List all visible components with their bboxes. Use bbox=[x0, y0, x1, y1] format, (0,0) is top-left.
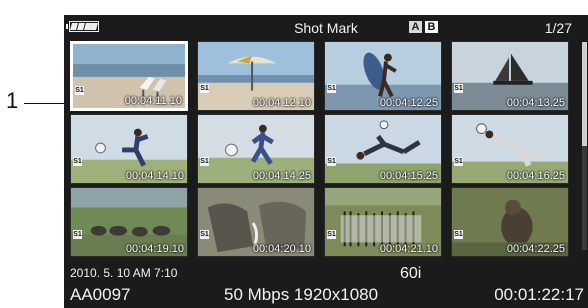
thumbnail-8[interactable]: S1 00:04:16.25 bbox=[451, 114, 569, 184]
shot-mark-icon: S1 bbox=[73, 157, 82, 166]
callout-number: 1 bbox=[6, 88, 19, 113]
thumbnail-timecode: 00:04:11.10 bbox=[124, 95, 182, 107]
shot-mark-icon: S1 bbox=[454, 157, 463, 166]
thumbnail-5[interactable]: S1 00:04:14.10 bbox=[70, 114, 188, 184]
thumbnail-11[interactable]: S1 00:04:21.10 bbox=[324, 187, 442, 257]
camcorder-screen: Shot Mark A B 1/27 S1 00:04:11.10 S1 00:04:… bbox=[64, 15, 588, 308]
thumbnail-timecode: 00:04:21.10 bbox=[379, 243, 438, 255]
scrollbar-thumb[interactable] bbox=[582, 42, 587, 146]
shot-mark-icon: S1 bbox=[327, 230, 336, 239]
shot-mark-icon: S1 bbox=[454, 84, 463, 93]
shot-mark-icon: S1 bbox=[327, 84, 336, 93]
thumbnail-timecode: 00:04:13.25 bbox=[506, 97, 565, 109]
card-slot-b-icon: B bbox=[425, 21, 438, 33]
thumbnail-4[interactable]: S1 00:04:13.25 bbox=[451, 41, 569, 111]
shot-mark-icon: S1 bbox=[73, 230, 82, 239]
thumbnail-timecode: 00:04:22.25 bbox=[506, 243, 565, 255]
bitrate-resolution: 50 Mbps 1920x1080 bbox=[224, 285, 379, 304]
shot-mark-icon: S1 bbox=[200, 84, 209, 93]
thumbnail-6[interactable]: S1 00:04:14.25 bbox=[197, 114, 315, 184]
clip-duration: 00:01:22:17 bbox=[494, 285, 584, 304]
screen-title: Shot Mark bbox=[294, 20, 358, 36]
clip-name: AA0097 bbox=[70, 285, 131, 304]
top-bar: Shot Mark A B 1/27 bbox=[64, 15, 588, 39]
thumbnail-timecode: 00:04:14.10 bbox=[125, 170, 184, 182]
card-slot-a-icon: A bbox=[409, 21, 422, 33]
thumbnail-12[interactable]: S1 00:04:22.25 bbox=[451, 187, 569, 257]
thumbnail-timecode: 00:04:20.10 bbox=[252, 243, 311, 255]
thumbnail-3[interactable]: S1 00:04:12.25 bbox=[324, 41, 442, 111]
thumbnail-1[interactable]: S1 00:04:11.10 bbox=[70, 41, 188, 111]
frame-rate: 60i bbox=[400, 265, 422, 282]
thumbnail-9[interactable]: S1 00:04:19.10 bbox=[70, 187, 188, 257]
thumbnail-timecode: 00:04:15.25 bbox=[379, 170, 438, 182]
thumbnail-10[interactable]: S1 00:04:20.10 bbox=[197, 187, 315, 257]
thumbnail-timecode: 00:04:12.10 bbox=[252, 97, 311, 109]
shot-mark-icon: S1 bbox=[200, 230, 209, 239]
thumbnail-7[interactable]: S1 00:04:15.25 bbox=[324, 114, 442, 184]
scrollbar[interactable] bbox=[582, 42, 587, 250]
shot-mark-icon: S1 bbox=[454, 230, 463, 239]
thumbnail-timecode: 00:04:16.25 bbox=[506, 170, 565, 182]
recording-date: 2010. 5. 10 AM 7:10 bbox=[70, 266, 178, 280]
page-indicator: 1/27 bbox=[544, 20, 572, 36]
shot-mark-icon: S1 bbox=[200, 157, 209, 166]
shot-mark-icon: S1 bbox=[75, 86, 84, 95]
shot-mark-icon: S1 bbox=[327, 157, 336, 166]
thumbnail-timecode: 00:04:12.25 bbox=[379, 97, 438, 109]
thumbnail-2[interactable]: S1 00:04:12.10 bbox=[197, 41, 315, 111]
thumbnail-timecode: 00:04:14.25 bbox=[252, 170, 311, 182]
thumbnail-timecode: 00:04:19.10 bbox=[125, 243, 184, 255]
